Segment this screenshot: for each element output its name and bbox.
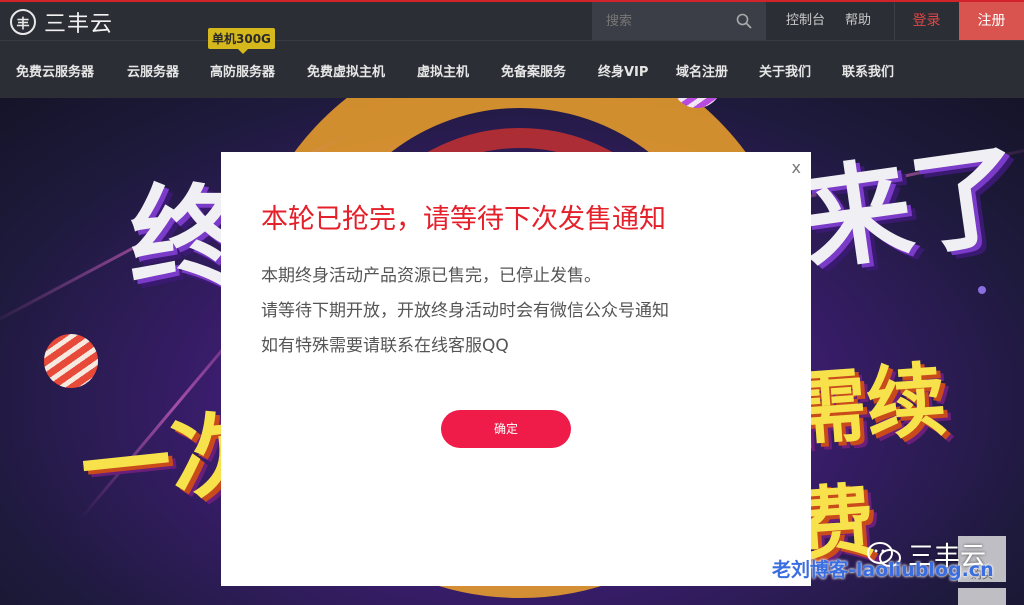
nav-item-cloud-server[interactable]: 云服务器: [127, 61, 179, 80]
nav-item-virtual-host[interactable]: 虚拟主机: [417, 61, 469, 80]
nav-item-contact-us[interactable]: 联系我们: [842, 61, 894, 80]
top-bar: 丰 三丰云 控制台 帮助 登录 注册: [0, 0, 1024, 40]
banner-headline-right: 来了: [793, 129, 1024, 287]
dialog-title: 本轮已抢完，请等待下次发售通知: [261, 204, 666, 235]
site-logo[interactable]: 丰 三丰云: [10, 8, 114, 37]
side-float-tab-lower[interactable]: [958, 588, 1006, 605]
main-nav: 免费云服务器 云服务器 高防服务器 免费虚拟主机 虚拟主机 免备案服务 终身VI…: [0, 40, 1024, 98]
dot-decoration: [978, 286, 986, 294]
logo-text: 三丰云: [44, 12, 114, 37]
dialog-line: 请等待下期开放，开放终身活动时会有微信公众号通知: [261, 301, 669, 321]
nav-item-lifetime-vip[interactable]: 终身VIP: [598, 61, 648, 80]
sold-out-dialog: x 本轮已抢完，请等待下次发售通知 本期终身活动产品资源已售完，已停止发售。 请…: [221, 152, 811, 586]
nav-item-about-us[interactable]: 关于我们: [759, 61, 811, 80]
striped-ball-decoration: [44, 334, 98, 388]
nav-item-ddos-server[interactable]: 高防服务器: [210, 61, 275, 80]
console-link[interactable]: 控制台: [786, 2, 825, 40]
dialog-line: 如有特殊需要请联系在线客服QQ: [261, 336, 509, 356]
nav-item-free-virtual-host[interactable]: 免费虚拟主机: [307, 61, 385, 80]
dialog-body: 本期终身活动产品资源已售完，已停止发售。 请等待下期开放，开放终身活动时会有微信…: [261, 259, 669, 364]
nav-item-no-icp-service[interactable]: 免备案服务: [501, 61, 566, 80]
search-icon[interactable]: [736, 13, 752, 29]
logo-mark-icon: 丰: [10, 9, 36, 35]
login-button[interactable]: 登录: [894, 2, 958, 40]
confirm-button[interactable]: 确定: [441, 410, 571, 448]
dialog-line: 本期终身活动产品资源已售完，已停止发售。: [261, 266, 601, 286]
close-icon[interactable]: x: [792, 158, 801, 177]
nav-badge: 单机300G: [208, 28, 275, 54]
blog-watermark: 老刘博客-laoliublog.cn: [772, 559, 994, 581]
help-link[interactable]: 帮助: [845, 2, 871, 40]
register-button[interactable]: 注册: [959, 2, 1024, 40]
nav-item-free-cloud-server[interactable]: 免费云服务器: [16, 61, 94, 80]
nav-item-domain-register[interactable]: 域名注册: [676, 61, 728, 80]
search-input[interactable]: [592, 2, 728, 40]
search-box: [592, 2, 766, 40]
